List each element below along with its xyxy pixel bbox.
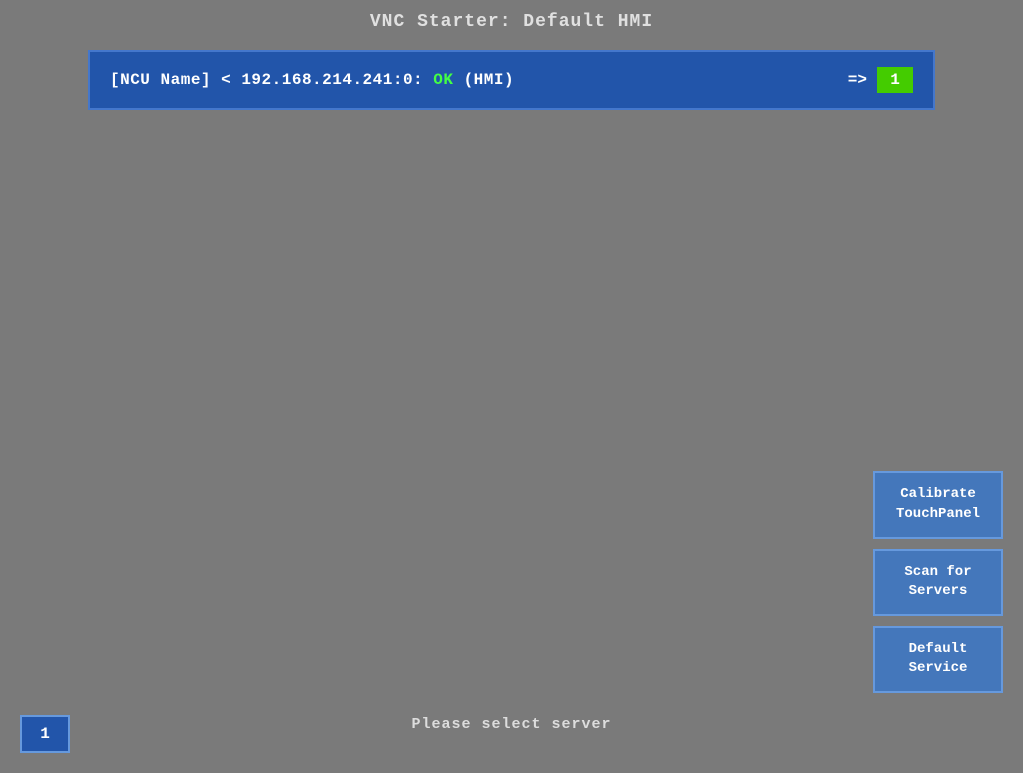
- default-service-button[interactable]: Default Service: [873, 626, 1003, 693]
- scan-for-servers-button[interactable]: Scan for Servers: [873, 549, 1003, 616]
- arrow: =>: [848, 71, 867, 89]
- server-number-badge: 1: [877, 67, 913, 93]
- ok-status: OK: [433, 71, 453, 89]
- hmi-label: (HMI): [464, 71, 515, 89]
- server-row-info: [NCU Name] < 192.168.214.241:0: OK (HMI): [110, 71, 848, 89]
- bottom-left-badge: 1: [20, 715, 70, 753]
- right-buttons-panel: Calibrate TouchPanel Scan for Servers De…: [873, 471, 1003, 693]
- ncu-label: [NCU Name]: [110, 71, 211, 89]
- page-title: VNC Starter: Default HMI: [0, 0, 1023, 42]
- ip-address: 192.168.214.241:0:: [241, 71, 423, 89]
- calibrate-touchpanel-button[interactable]: Calibrate TouchPanel: [873, 471, 1003, 538]
- status-text: Please select server: [411, 716, 611, 733]
- separator: <: [221, 71, 241, 89]
- server-row: [NCU Name] < 192.168.214.241:0: OK (HMI)…: [88, 50, 935, 110]
